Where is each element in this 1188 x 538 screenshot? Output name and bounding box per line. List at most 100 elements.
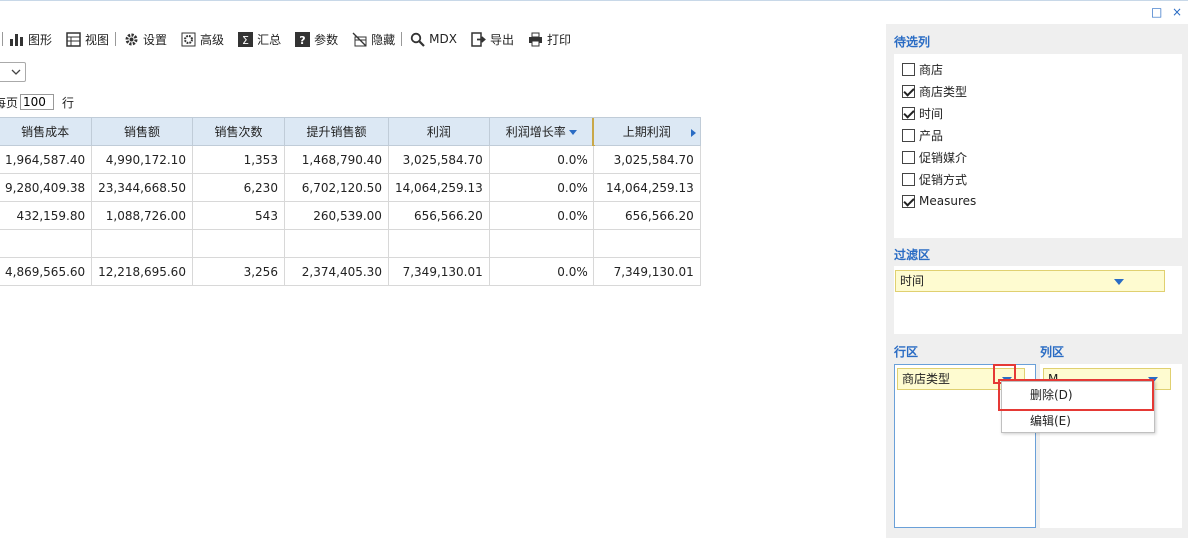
params-button[interactable]: ? 参数 [295, 31, 338, 48]
svg-text:Σ: Σ [242, 34, 249, 47]
table-cell: 9,280,409.38 [0, 173, 93, 202]
hide-button[interactable]: 隐藏 [352, 31, 395, 48]
table-cell: 7,349,130.01 [592, 257, 701, 286]
print-button[interactable]: 打印 [528, 31, 571, 48]
checkbox-unchecked[interactable] [902, 62, 915, 76]
highlight-delete-item [998, 379, 1154, 411]
candidate-list: 商店商店类型时间产品促销媒介促销方式 Measures [894, 54, 1182, 238]
table-cell: 14,064,259.13 [387, 173, 490, 202]
table-cell: 432,159.80 [0, 201, 93, 230]
bar-chart-icon [9, 32, 24, 47]
checkbox-unchecked[interactable] [902, 172, 915, 186]
close-icon[interactable]: × [1172, 5, 1182, 19]
table-cell: 7,349,130.01 [387, 257, 490, 286]
settings-button[interactable]: 设置 [124, 31, 167, 48]
chart-button[interactable]: 图形 [9, 31, 52, 48]
candidate-label: 时间 [919, 106, 944, 121]
grid-view-icon [66, 31, 81, 47]
checkbox-unchecked[interactable] [902, 150, 915, 164]
toolbar-separator [115, 32, 117, 46]
view-button-label: 视图 [85, 32, 110, 47]
toolbar-separator [401, 32, 403, 46]
table-cell: 0.0% [488, 201, 594, 230]
candidate-item[interactable]: 促销方式 [894, 168, 1182, 190]
menu-item-edit[interactable]: 编辑(E) [1002, 409, 1154, 433]
column-header[interactable]: 上期利润 [592, 117, 701, 146]
candidate-label: 商店 [919, 62, 944, 77]
column-header[interactable]: 销售次数 [191, 117, 285, 146]
column-header[interactable]: 利润 [387, 117, 490, 146]
advanced-button-label: 高级 [200, 32, 225, 47]
table-cell: 1,468,790.40 [283, 145, 389, 174]
column-header-label: 销售成本 [21, 125, 70, 139]
filter-chip-time[interactable]: 时间 [895, 270, 1165, 292]
header-row: 销售成本 销售额 销售次数 提升销售额 利润 利润增长率 上期利润 [0, 117, 701, 146]
candidate-label: 促销媒介 [919, 150, 968, 165]
checkbox-checked[interactable] [902, 106, 915, 120]
sigma-icon: Σ [238, 31, 254, 47]
table-row[interactable]: 432,159.80 1,088,726.00 543 260,539.00 656,5… [0, 201, 701, 230]
page-size-row: 每页 行 [0, 93, 74, 111]
candidate-item[interactable]: 商店 [894, 58, 1182, 80]
table-row[interactable]: 1,964,587.40 4,990,172.10 1,353 1,468,790.4… [0, 145, 701, 174]
view-button[interactable]: 视图 [66, 31, 109, 48]
summary-button-label: 汇总 [257, 32, 282, 47]
candidate-item[interactable]: 商店类型 [894, 80, 1182, 102]
row-area-title: 行区 [894, 345, 919, 359]
table-cell: 12,218,695.60 [91, 257, 193, 286]
scroll-right-icon[interactable] [690, 129, 696, 137]
table-cell: 543 [191, 201, 285, 230]
checkbox-checked[interactable] [902, 194, 915, 208]
page-size-prefix: 每页 [0, 95, 19, 110]
candidate-item[interactable]: Measures [894, 190, 1182, 212]
table-cell: 6,702,120.50 [283, 173, 389, 202]
summary-button[interactable]: Σ 汇总 [238, 31, 281, 48]
column-header-label: 销售次数 [214, 125, 263, 139]
table-cell: 1,964,587.40 [0, 145, 93, 174]
table-cell: 0.0% [488, 173, 594, 202]
title-bar: □ × [0, 0, 1188, 24]
candidate-label: 商店类型 [919, 84, 968, 99]
table-cell: 23,344,668.50 [91, 173, 193, 202]
table-cell: 3,025,584.70 [387, 145, 490, 174]
chevron-down-icon[interactable] [1114, 279, 1124, 285]
candidate-item[interactable]: 时间 [894, 102, 1182, 124]
sort-desc-icon[interactable] [568, 130, 577, 135]
table-cell: 3,256 [191, 257, 285, 286]
page-size-input[interactable] [20, 94, 55, 110]
mdx-button[interactable]: MDX [410, 32, 457, 47]
table-cell: 4,869,565.60 [0, 257, 93, 286]
table-row[interactable] [0, 229, 701, 258]
export-button[interactable]: 导出 [471, 31, 514, 48]
table-row[interactable]: 9,280,409.38 23,344,668.50 6,230 6,702,120.… [0, 173, 701, 202]
table-row[interactable]: 4,869,565.60 12,218,695.60 3,256 2,374,405.… [0, 257, 701, 286]
column-header-label: 利润增长率 [505, 125, 566, 139]
checkbox-checked[interactable] [902, 84, 915, 98]
column-header-label: 提升销售额 [306, 125, 367, 139]
table-cell: 260,539.00 [283, 201, 389, 230]
restore-icon[interactable]: □ [1151, 5, 1162, 19]
column-header[interactable]: 提升销售额 [283, 117, 389, 146]
candidate-item[interactable]: 促销媒介 [894, 146, 1182, 168]
advanced-button[interactable]: 高级 [181, 31, 224, 48]
column-header[interactable]: 销售成本 [0, 117, 93, 146]
mdx-button-label: MDX [429, 32, 457, 46]
table-cell [592, 229, 701, 258]
question-icon: ? [295, 31, 311, 47]
page-size-suffix: 行 [62, 95, 75, 110]
settings-button-label: 设置 [143, 32, 168, 47]
column-header[interactable]: 销售额 [91, 117, 193, 146]
candidate-label: Measures [919, 194, 977, 208]
checkbox-unchecked[interactable] [902, 128, 915, 142]
column-header-label: 销售额 [124, 125, 161, 139]
print-button-label: 打印 [546, 32, 571, 47]
view-select[interactable] [0, 62, 26, 82]
column-header-sorted[interactable]: 利润增长率 [488, 117, 595, 146]
candidate-label: 促销方式 [919, 172, 968, 187]
column-header-label: 利润 [426, 125, 451, 139]
table-cell [191, 229, 285, 258]
table-cell: 14,064,259.13 [592, 173, 701, 202]
candidate-item[interactable]: 产品 [894, 124, 1182, 146]
table-cell: 656,566.20 [387, 201, 490, 230]
hide-icon [352, 32, 367, 47]
